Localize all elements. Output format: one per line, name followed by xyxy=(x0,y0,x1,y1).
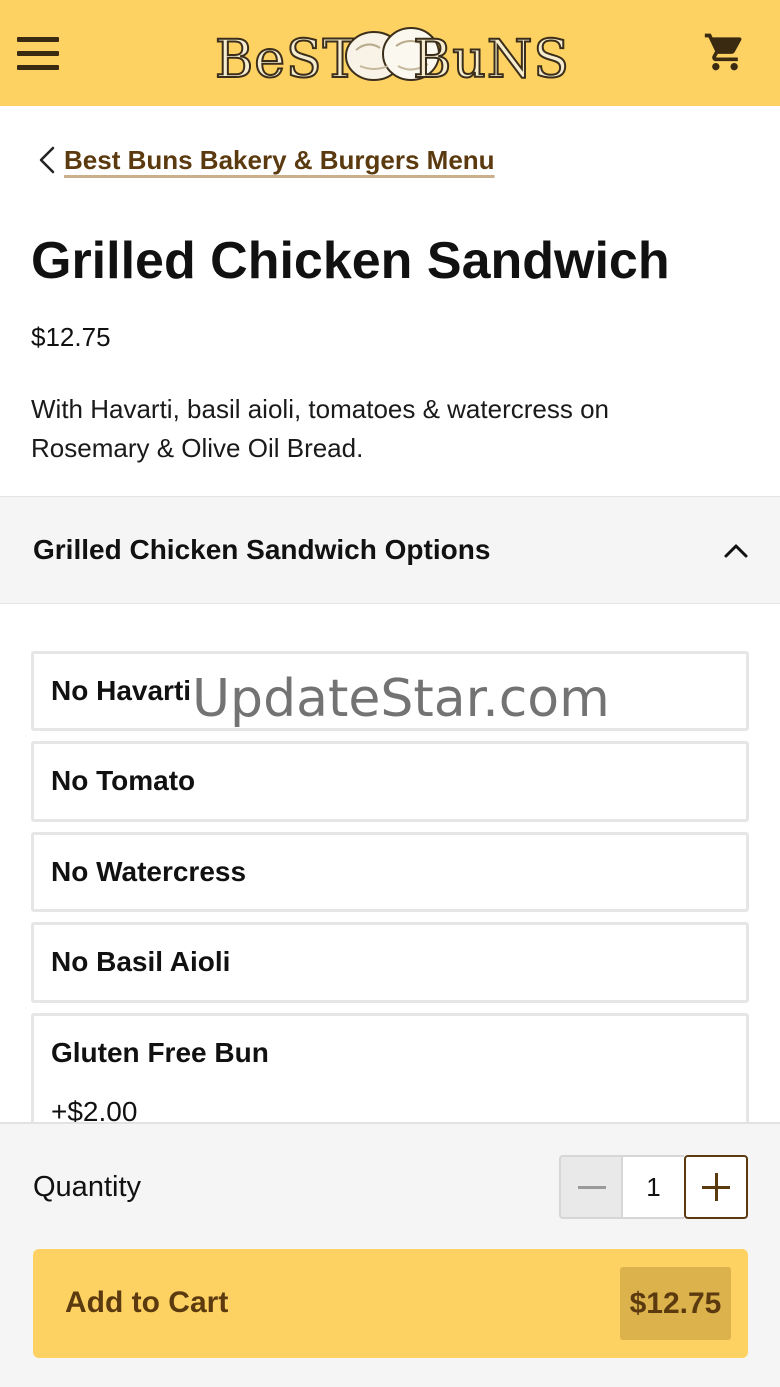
product-description: With Havarti, basil aioli, tomatoes & wa… xyxy=(31,394,609,463)
chevron-up-icon xyxy=(724,544,748,558)
add-to-cart-button[interactable]: Add to Cart $12.75 xyxy=(33,1249,748,1358)
watermark: UpdateStar.com xyxy=(192,669,610,729)
option-price: +$2.00 xyxy=(51,1096,138,1122)
option-label: No Watercress xyxy=(51,856,247,887)
quantity-stepper: 1 xyxy=(559,1155,748,1219)
logo-text-right: BuNS xyxy=(412,29,570,91)
shopping-cart-icon[interactable] xyxy=(703,30,747,74)
option-no-tomato[interactable]: No Tomato xyxy=(31,741,749,822)
logo-text-left: BeST xyxy=(214,29,359,91)
breadcrumb[interactable]: Best Buns Bakery & Burgers Menu xyxy=(36,140,495,180)
quantity-label: Quantity xyxy=(33,1171,141,1203)
breadcrumb-menu-link[interactable]: Best Buns Bakery & Burgers Menu xyxy=(64,145,495,176)
decrease-quantity-button[interactable] xyxy=(559,1155,623,1219)
option-no-watercress[interactable]: No Watercress xyxy=(31,832,749,912)
cart-total-price: $12.75 xyxy=(620,1267,731,1340)
cart-bar: Quantity 1 Add to Cart $12.75 xyxy=(0,1122,780,1387)
quantity-value[interactable]: 1 xyxy=(623,1155,684,1219)
option-label: Gluten Free Bun xyxy=(51,1037,269,1068)
hamburger-menu-icon[interactable] xyxy=(17,35,59,71)
product-title: Grilled Chicken Sandwich xyxy=(31,232,670,290)
options-accordion-header[interactable]: Grilled Chicken Sandwich Options xyxy=(0,496,780,604)
add-to-cart-label: Add to Cart xyxy=(65,1286,229,1319)
options-title: Grilled Chicken Sandwich Options xyxy=(33,534,491,565)
best-buns-logo[interactable]: BeST BuNS xyxy=(214,18,570,91)
option-label: No Tomato xyxy=(51,765,196,796)
option-gluten-free-bun[interactable]: Gluten Free Bun +$2.00 xyxy=(31,1013,749,1122)
increase-quantity-button[interactable] xyxy=(684,1155,748,1219)
product-price: $12.75 xyxy=(31,322,111,352)
site-header: BeST BuNS xyxy=(0,0,780,106)
option-label: No Basil Aioli xyxy=(51,946,231,977)
option-no-basil-aioli[interactable]: No Basil Aioli xyxy=(31,922,749,1003)
option-label: No Havarti xyxy=(51,675,192,706)
chevron-left-icon xyxy=(39,146,55,174)
